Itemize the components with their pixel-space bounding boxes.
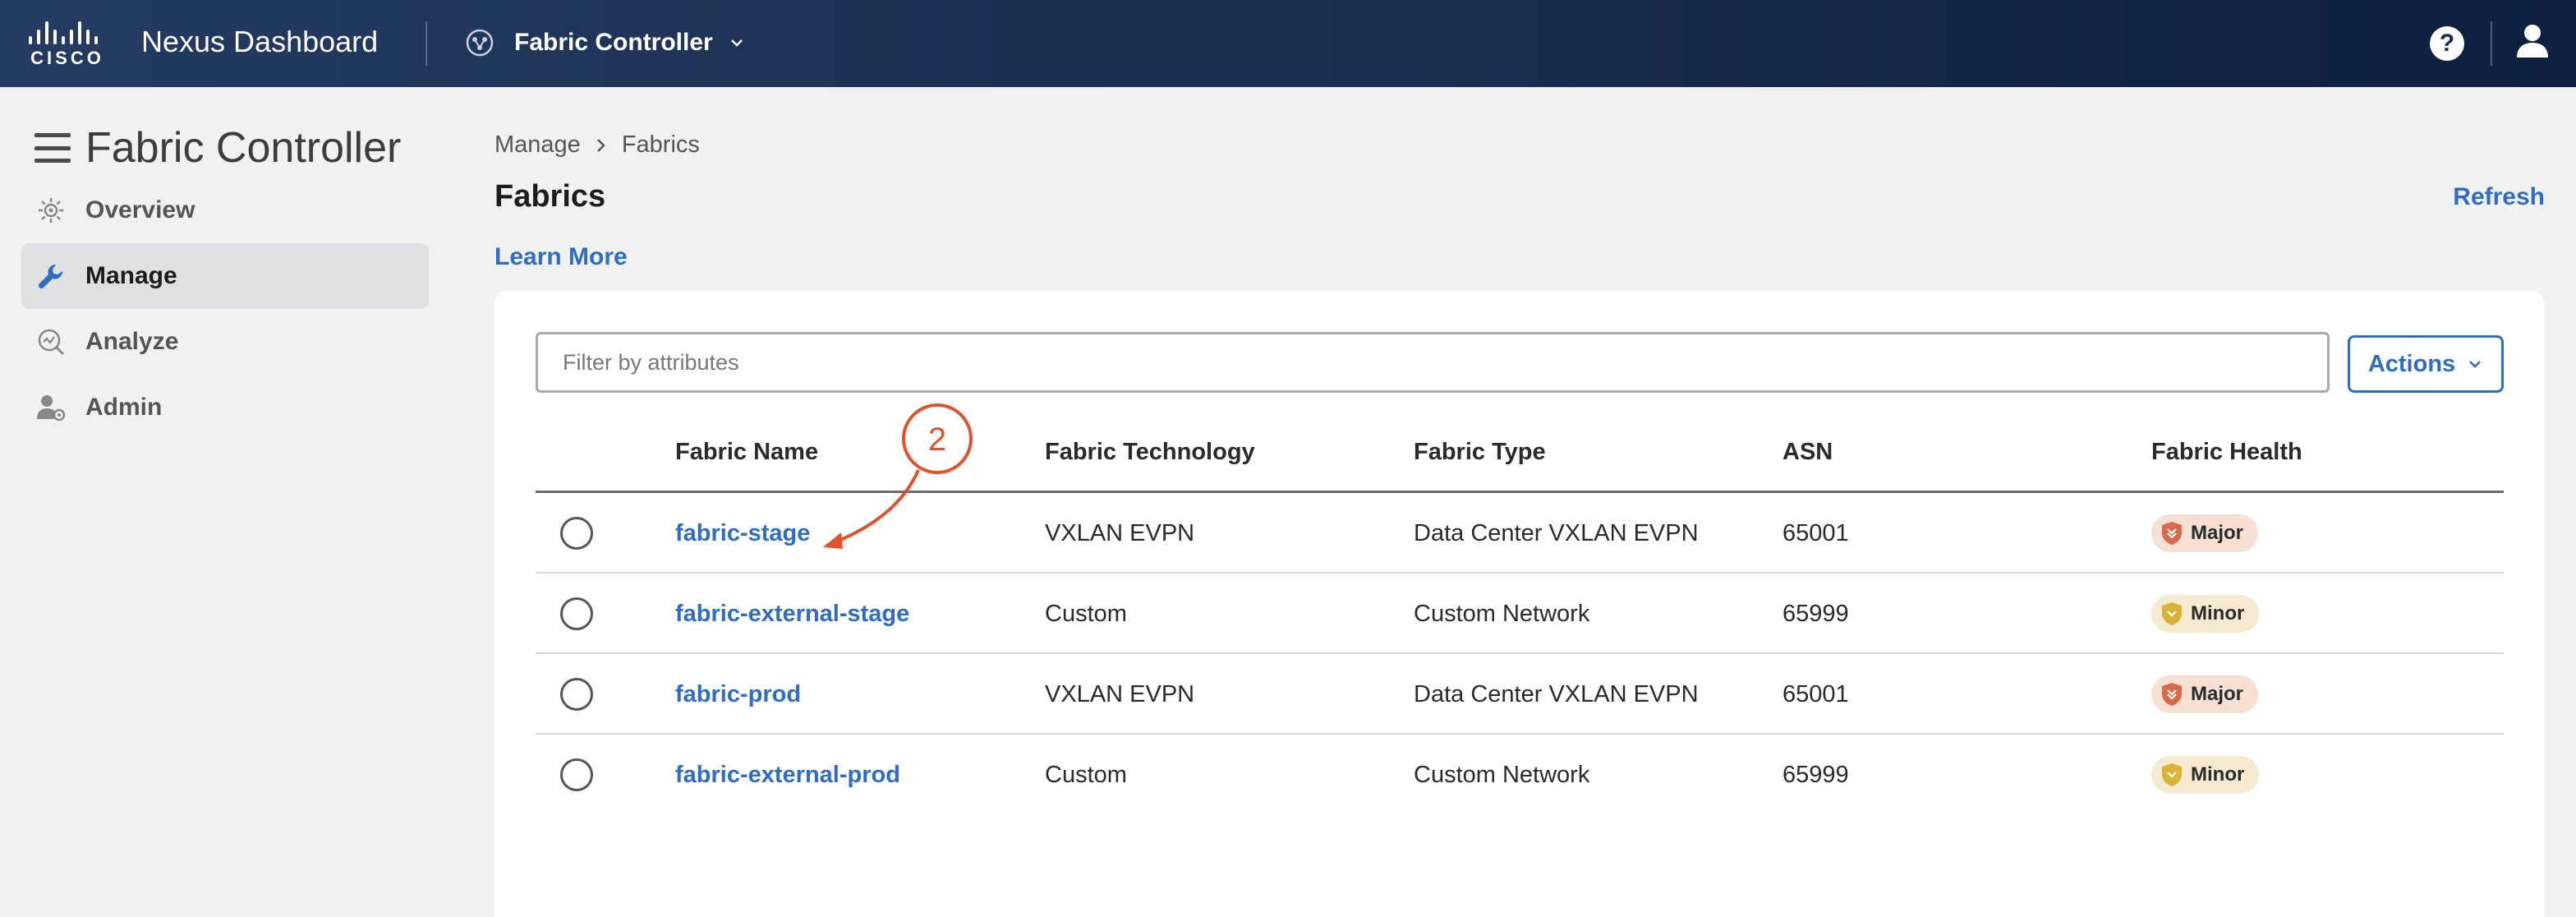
- sidebar-item-admin[interactable]: Admin: [21, 375, 429, 440]
- app-switcher-label: Fabric Controller: [514, 29, 713, 56]
- sidebar-title: Fabric Controller: [85, 124, 402, 172]
- chevron-right-icon: [596, 138, 605, 152]
- chevron-down-icon: [2469, 361, 2482, 368]
- table-row: fabric-external-prod Custom Custom Netwo…: [536, 735, 2504, 815]
- user-icon[interactable]: [2514, 21, 2551, 59]
- fabric-name-link[interactable]: fabric-external-prod: [675, 762, 900, 789]
- row-select-radio[interactable]: [560, 517, 593, 550]
- column-header-fabric-type[interactable]: Fabric Type: [1414, 439, 1546, 466]
- health-badge: Major: [2151, 675, 2259, 713]
- table-header: Fabric Name Fabric Technology Fabric Typ…: [536, 414, 2504, 493]
- breadcrumb-fabrics: Fabrics: [621, 131, 700, 158]
- health-label: Major: [2191, 522, 2244, 544]
- fabric-name-link[interactable]: fabric-stage: [675, 520, 810, 547]
- fabric-name-link[interactable]: fabric-external-stage: [675, 601, 909, 628]
- sidebar-item-label: Manage: [85, 262, 177, 289]
- asn-cell: 65999: [1782, 600, 1849, 627]
- breadcrumb-manage[interactable]: Manage: [494, 131, 581, 159]
- cisco-logo: CISCO: [26, 21, 112, 69]
- sidebar-item-label: Analyze: [85, 328, 179, 355]
- row-select-radio[interactable]: [560, 597, 593, 630]
- app-switcher[interactable]: Fabric Controller: [465, 21, 746, 64]
- fabric-name-link[interactable]: fabric-prod: [675, 681, 801, 708]
- sidebar-item-label: Overview: [85, 196, 196, 223]
- column-header-asn[interactable]: ASN: [1782, 439, 1833, 466]
- sidebar-item-label: Admin: [85, 394, 163, 421]
- table-row: fabric-stage VXLAN EVPN Data Center VXLA…: [536, 493, 2504, 574]
- major-shield-icon: [2162, 522, 2182, 545]
- health-label: Minor: [2191, 763, 2245, 786]
- health-badge: Minor: [2151, 756, 2260, 794]
- fabric-technology-cell: Custom: [1045, 600, 1127, 627]
- overview-icon: [39, 198, 63, 223]
- asn-cell: 65999: [1782, 761, 1849, 788]
- health-label: Major: [2191, 683, 2244, 705]
- topbar-divider: [426, 21, 427, 66]
- fabric-type-cell: Custom Network: [1414, 761, 1590, 788]
- top-bar: CISCO Nexus Dashboard Fabric Controller …: [0, 0, 2576, 87]
- table-row: fabric-prod VXLAN EVPN Data Center VXLAN…: [536, 654, 2504, 735]
- brand-word: CISCO: [30, 48, 104, 68]
- fabric-technology-cell: Custom: [1045, 761, 1127, 788]
- fabrics-card: Actions Fabric Name Fabric Technology Fa…: [494, 291, 2545, 917]
- minor-shield-icon: [2162, 763, 2182, 786]
- column-header-fabric-name[interactable]: Fabric Name: [675, 439, 818, 466]
- health-label: Minor: [2191, 602, 2245, 624]
- filter-input[interactable]: [536, 332, 2330, 393]
- sidebar-item-analyze[interactable]: Analyze: [21, 309, 429, 375]
- sidebar-nav: Overview Manage Analyze Admin: [21, 177, 429, 440]
- sidebar-item-overview[interactable]: Overview: [21, 177, 429, 243]
- asn-cell: 65001: [1782, 519, 1849, 546]
- help-icon: ?: [2439, 30, 2455, 57]
- sidebar-item-manage[interactable]: Manage: [21, 243, 429, 309]
- sidebar-header: Fabric Controller: [34, 123, 401, 173]
- column-header-fabric-health[interactable]: Fabric Health: [2151, 439, 2302, 466]
- health-badge: Major: [2151, 514, 2259, 552]
- refresh-link[interactable]: Refresh: [2453, 183, 2545, 211]
- table-row: fabric-external-stage Custom Custom Netw…: [536, 574, 2504, 654]
- row-select-radio[interactable]: [560, 758, 593, 791]
- fabric-type-cell: Custom Network: [1414, 600, 1590, 627]
- wrench-icon: [38, 264, 63, 289]
- major-shield-icon: [2162, 683, 2182, 706]
- fabrics-table: Fabric Name Fabric Technology Fabric Typ…: [536, 414, 2504, 815]
- fabric-technology-cell: VXLAN EVPN: [1045, 680, 1195, 707]
- row-select-radio[interactable]: [560, 678, 593, 711]
- chevron-down-icon: [730, 39, 743, 47]
- fabric-controller-icon: [466, 29, 494, 57]
- fabric-type-cell: Data Center VXLAN EVPN: [1414, 680, 1699, 707]
- column-header-fabric-technology[interactable]: Fabric Technology: [1045, 439, 1255, 466]
- fabric-type-cell: Data Center VXLAN EVPN: [1414, 519, 1699, 546]
- fabric-technology-cell: VXLAN EVPN: [1045, 519, 1195, 546]
- admin-icon: [37, 395, 66, 422]
- page-title: Fabrics: [494, 179, 606, 214]
- topbar-divider-right: [2491, 21, 2492, 66]
- actions-button[interactable]: Actions: [2348, 335, 2504, 393]
- health-badge: Minor: [2151, 595, 2260, 633]
- product-name: Nexus Dashboard: [141, 25, 379, 58]
- minor-shield-icon: [2162, 602, 2182, 625]
- hamburger-menu-icon[interactable]: [34, 133, 71, 163]
- help-button[interactable]: ?: [2430, 26, 2464, 61]
- breadcrumb: Manage Fabrics: [494, 131, 700, 159]
- analyze-icon: [38, 329, 65, 356]
- asn-cell: 65001: [1782, 680, 1849, 707]
- learn-more-link[interactable]: Learn More: [494, 243, 628, 271]
- actions-label: Actions: [2367, 350, 2456, 377]
